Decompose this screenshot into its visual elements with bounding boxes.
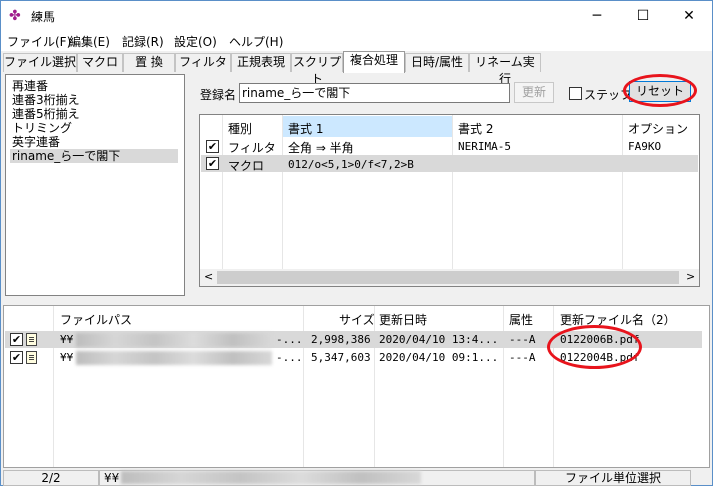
- row-date: 2020/04/10 13:4...: [379, 333, 499, 346]
- file-icon: [26, 351, 37, 364]
- reset-button[interactable]: リセット: [629, 81, 691, 102]
- tab-regex[interactable]: 正規表現: [231, 53, 291, 72]
- redacted-path: [76, 351, 272, 365]
- column-header-attr[interactable]: 属性: [509, 311, 533, 328]
- status-bar: 2/2 ¥¥ ファイル単位選択: [3, 469, 710, 486]
- list-item[interactable]: 英字連番: [12, 135, 60, 149]
- column-header-date[interactable]: 更新日時: [379, 311, 427, 328]
- row-path-tail: -...: [276, 333, 303, 346]
- selected-row-bg: [201, 155, 698, 172]
- row-size: 2,998,386: [311, 333, 371, 346]
- tab-compound[interactable]: 複合処理: [343, 51, 405, 73]
- tab-filter[interactable]: フィルタ: [175, 53, 231, 72]
- files-table: ファイルパス サイズ 更新日時 属性 更新ファイル名（2） ✔ ¥¥ -... …: [3, 305, 710, 468]
- tab-bar: ファイル選択 マクロ 置 換 フィルタ 正規表現 スクリプト 複合処理 日時/属…: [1, 51, 712, 86]
- menu-record[interactable]: 記録(R): [122, 33, 164, 50]
- register-name-label: 登録名: [200, 88, 237, 102]
- macro-list[interactable]: 再連番 連番3桁揃え 連番5桁揃え トリミング 英字連番 riname_ら一で閣…: [5, 74, 185, 296]
- column-header-path[interactable]: ファイルパス: [60, 311, 132, 328]
- status-mode: ファイル単位選択: [535, 470, 691, 486]
- maximize-button[interactable]: ☐: [620, 1, 666, 31]
- row-type: フィルタ: [228, 141, 276, 155]
- row-newname: 0122004B.pdf: [560, 351, 640, 364]
- status-count: 2/2: [3, 470, 99, 486]
- tab-file-select[interactable]: ファイル選択: [3, 53, 77, 72]
- main-window: ✤ 練馬 ─ ☐ ✕ ファイル(F) 編集(E) 記録(R) 設定(O) ヘルプ…: [0, 0, 713, 486]
- tab-datetime[interactable]: 日時/属性: [405, 53, 469, 72]
- row-format2: NERIMA-5: [458, 140, 511, 153]
- row-path: ¥¥: [60, 351, 74, 364]
- column-header-format1[interactable]: 書式 1: [288, 120, 323, 137]
- row-newname: 0122006B.pdf: [560, 333, 640, 346]
- step-label: ステップ: [584, 88, 633, 102]
- row-checkbox[interactable]: ✔: [206, 157, 219, 170]
- menu-help[interactable]: ヘルプ(H): [229, 33, 283, 50]
- app-logo-icon: ✤: [9, 8, 21, 24]
- row-option: FA9KO: [628, 140, 662, 153]
- tab-rename-run[interactable]: リネーム実行: [469, 53, 541, 86]
- update-button[interactable]: 更新: [514, 82, 554, 103]
- row-type: マクロ: [228, 159, 265, 173]
- file-icon: [26, 333, 37, 346]
- list-item[interactable]: トリミング: [12, 121, 72, 135]
- list-item-selected[interactable]: riname_ら一で閣下: [10, 149, 178, 163]
- row-attr: ---A: [509, 351, 536, 364]
- list-item[interactable]: 再連番: [12, 79, 48, 93]
- step-checkbox[interactable]: [569, 87, 582, 100]
- list-item[interactable]: 連番5桁揃え: [12, 107, 80, 121]
- status-path: ¥¥: [104, 471, 120, 485]
- column-header-format2[interactable]: 書式 2: [458, 120, 493, 137]
- menu-bar: ファイル(F) 編集(E) 記録(R) 設定(O) ヘルプ(H): [1, 31, 712, 51]
- row-checkbox[interactable]: ✔: [10, 333, 23, 346]
- row-format1: 全角 ⇒ 半角: [288, 141, 354, 155]
- tab-replace[interactable]: 置 換: [123, 53, 175, 72]
- row-path: ¥¥: [60, 333, 74, 346]
- column-header-newname[interactable]: 更新ファイル名（2）: [560, 311, 676, 328]
- menu-settings[interactable]: 設定(O): [174, 33, 217, 50]
- tab-script[interactable]: スクリプト: [291, 53, 343, 86]
- tab-macro[interactable]: マクロ: [77, 53, 123, 72]
- window-title: 練馬: [31, 10, 56, 24]
- row-date: 2020/04/10 09:1...: [379, 351, 499, 364]
- menu-file[interactable]: ファイル(F): [7, 33, 71, 50]
- row-format1: 012/o<5,1>0/f<7,2>B: [288, 158, 414, 171]
- row-attr: ---A: [509, 333, 536, 346]
- scroll-left-icon[interactable]: <: [204, 270, 213, 283]
- column-header-option[interactable]: オプション: [628, 120, 688, 137]
- column-header-type[interactable]: 種別: [228, 120, 252, 137]
- redacted-path: [76, 333, 272, 347]
- title-bar: ✤ 練馬 ─ ☐ ✕: [1, 1, 712, 31]
- menu-edit[interactable]: 編集(E): [69, 33, 110, 50]
- row-path-tail: -...: [276, 351, 303, 364]
- list-item[interactable]: 連番3桁揃え: [12, 93, 80, 107]
- scroll-thumb[interactable]: [217, 271, 679, 284]
- row-checkbox[interactable]: ✔: [10, 351, 23, 364]
- register-name-input[interactable]: riname_ら一で閣下: [239, 83, 510, 103]
- row-checkbox[interactable]: ✔: [206, 140, 219, 153]
- row-size: 5,347,603: [311, 351, 371, 364]
- horizontal-scrollbar[interactable]: < >: [200, 269, 699, 286]
- minimize-button[interactable]: ─: [574, 1, 620, 31]
- close-button[interactable]: ✕: [666, 1, 712, 31]
- rules-table: 種別 書式 1 書式 2 オプション ✔ フィルタ 全角 ⇒ 半角 NERIMA…: [199, 114, 700, 287]
- redacted-status-path: [121, 471, 421, 484]
- scroll-right-icon[interactable]: >: [686, 270, 695, 283]
- column-header-size[interactable]: サイズ: [339, 311, 375, 328]
